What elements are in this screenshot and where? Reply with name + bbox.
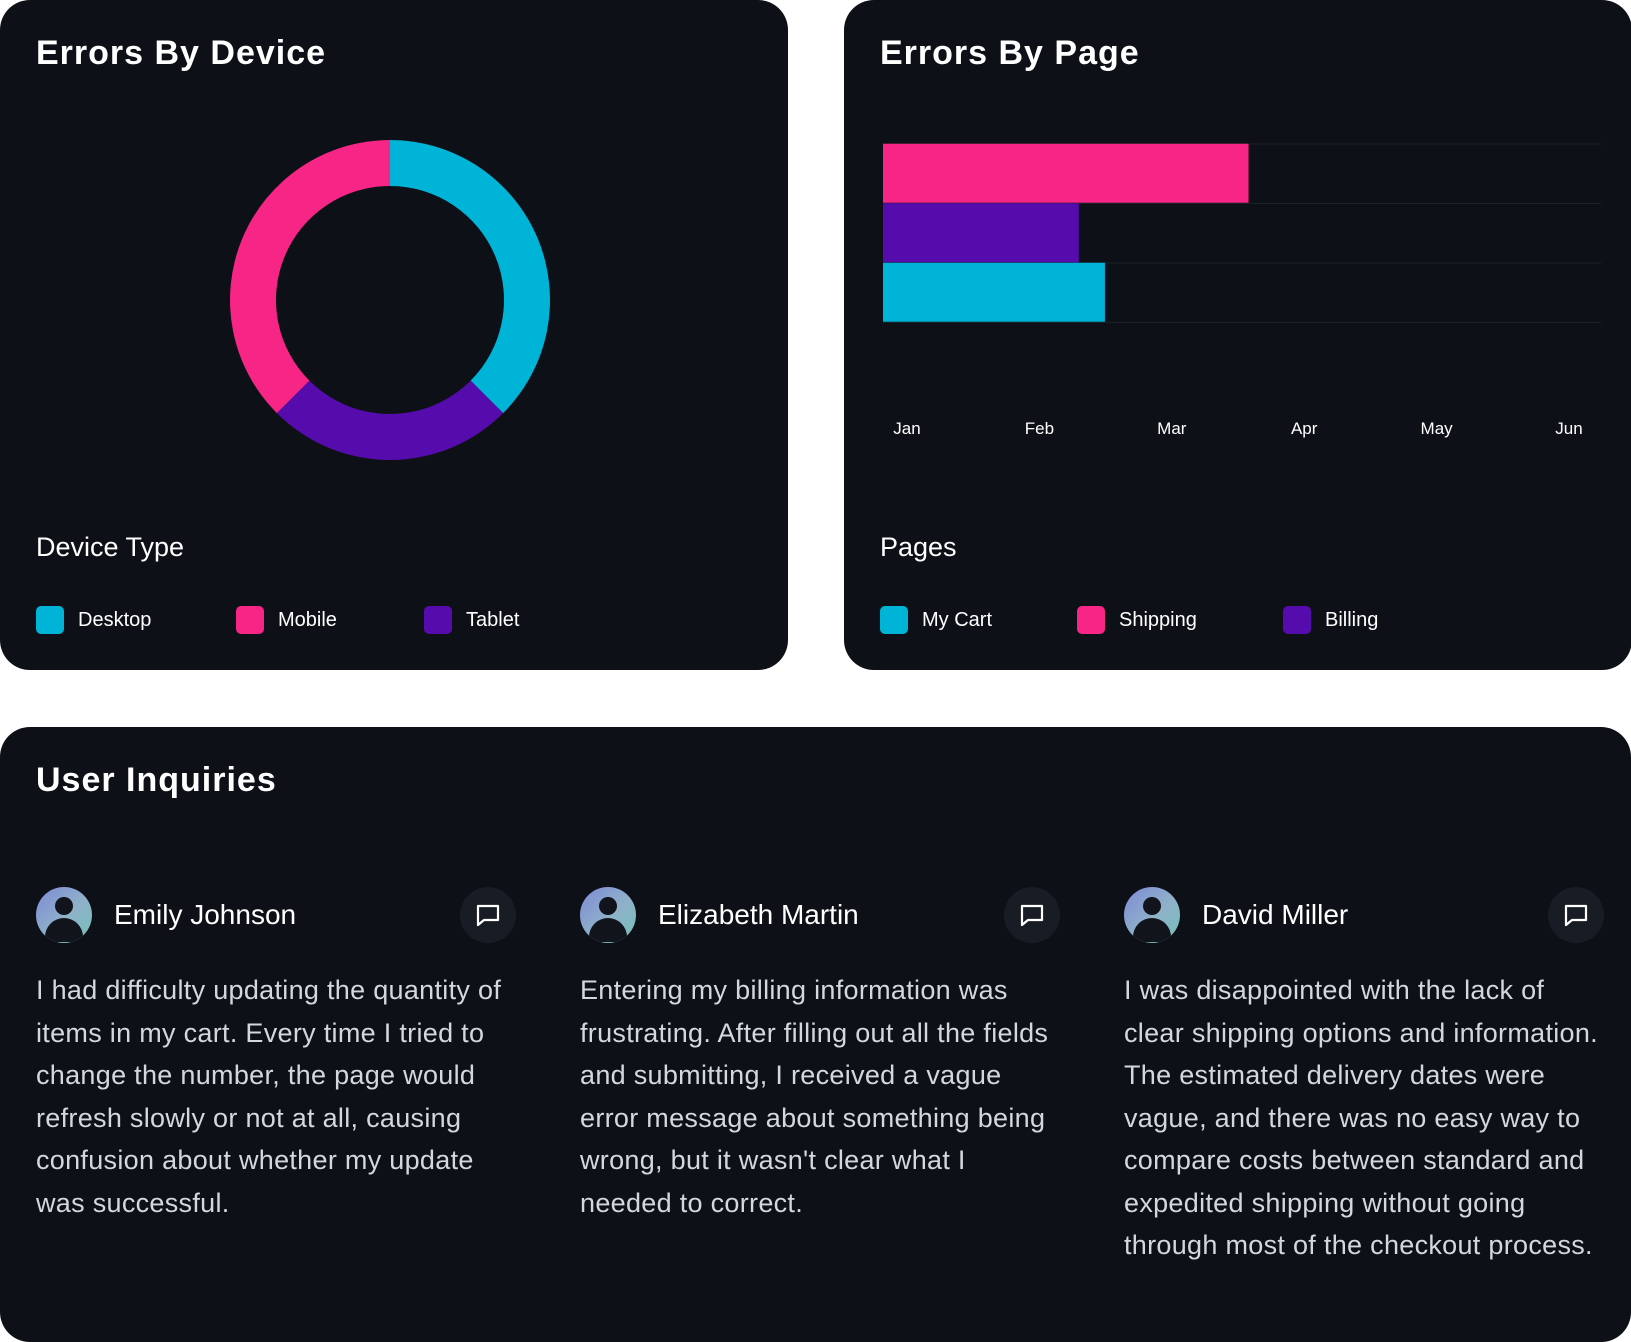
inquiry-user-name: Emily Johnson	[114, 899, 297, 930]
legend-title: Pages	[880, 532, 957, 562]
message-icon	[1564, 904, 1588, 927]
inquiry-item: Elizabeth Martin Entering my billing inf…	[580, 887, 1060, 1224]
donut-slice-desktop[interactable]	[390, 140, 550, 414]
legend-label: Desktop	[78, 608, 152, 631]
inquiry-text: I was disappointed with the lack of clea…	[1124, 975, 1598, 1260]
inquiry-item: David Miller I was disappointed with the…	[1124, 887, 1604, 1267]
x-tick-label: Feb	[1025, 419, 1054, 438]
avatar	[1124, 887, 1180, 943]
legend-label: Billing	[1325, 608, 1379, 631]
x-tick-label: Mar	[1157, 419, 1187, 438]
bar-my-cart[interactable]	[883, 262, 1105, 322]
inquiry-header: Elizabeth Martin	[580, 887, 1060, 943]
errors-by-page-card: Errors By Page Jan Feb Mar Apr May Jun Pages …	[844, 0, 1631, 670]
legend-label: Mobile	[278, 608, 337, 631]
errors-by-device-card: Errors By Device Device Type Desktop Mob…	[0, 0, 788, 670]
card-title: User Inquiries	[36, 761, 277, 799]
user-icon	[1143, 897, 1161, 915]
legend-item-my-cart[interactable]: My Cart	[880, 606, 1077, 634]
inquiry-user-name: David Miller	[1202, 899, 1349, 930]
legend-swatch	[36, 606, 64, 634]
card-title: Errors By Page	[880, 34, 1140, 72]
avatar	[580, 887, 636, 943]
legend-label: Tablet	[466, 608, 520, 631]
page-bar-chart: Jan Feb Mar Apr May Jun	[883, 143, 1601, 438]
legend-label: Shipping	[1119, 608, 1197, 631]
legend-label: My Cart	[922, 608, 992, 631]
message-icon	[1020, 904, 1044, 927]
reply-button[interactable]	[1004, 887, 1060, 943]
legend-swatch	[236, 606, 264, 634]
x-tick-label: May	[1421, 419, 1454, 438]
donut-slice-mobile[interactable]	[229, 140, 390, 414]
inquiry-item: Emily Johnson I had difficulty updating …	[36, 887, 516, 1224]
legend-swatch	[880, 606, 908, 634]
card-title: Errors By Device	[36, 34, 327, 72]
avatar	[36, 887, 92, 943]
inquiry-text: I had difficulty updating the quantity o…	[36, 975, 502, 1218]
x-tick-label: Jun	[1555, 419, 1582, 438]
x-tick-label: Jan	[893, 419, 920, 438]
legend-item-mobile[interactable]: Mobile	[236, 606, 424, 634]
user-inquiries-card: User Inquiries Emily Johnson I had diffi…	[0, 727, 1631, 1342]
reply-button[interactable]	[460, 887, 516, 943]
device-donut-chart	[229, 140, 550, 460]
legend-item-billing[interactable]: Billing	[1283, 606, 1378, 634]
legend-item-desktop[interactable]: Desktop	[36, 606, 236, 634]
donut-slice-tablet[interactable]	[276, 380, 504, 460]
legend-item-tablet[interactable]: Tablet	[424, 606, 519, 634]
legend-swatch	[1077, 606, 1105, 634]
message-icon	[476, 904, 500, 927]
x-tick-label: Apr	[1291, 419, 1318, 438]
device-legend: Desktop Mobile Tablet	[36, 606, 519, 634]
bar-billing[interactable]	[883, 203, 1079, 263]
legend-title: Device Type	[36, 532, 185, 562]
bar-shipping[interactable]	[883, 143, 1249, 203]
user-icon	[55, 897, 73, 915]
reply-button[interactable]	[1548, 887, 1604, 943]
user-icon	[599, 897, 617, 915]
legend-swatch	[424, 606, 452, 634]
inquiry-header: Emily Johnson	[36, 887, 516, 943]
page-legend: My Cart Shipping Billing	[880, 606, 1378, 634]
legend-item-shipping[interactable]: Shipping	[1077, 606, 1283, 634]
inquiry-header: David Miller	[1124, 887, 1604, 943]
inquiry-text: Entering my billing information was frus…	[580, 975, 1049, 1218]
legend-swatch	[1283, 606, 1311, 634]
inquiry-user-name: Elizabeth Martin	[658, 899, 859, 930]
